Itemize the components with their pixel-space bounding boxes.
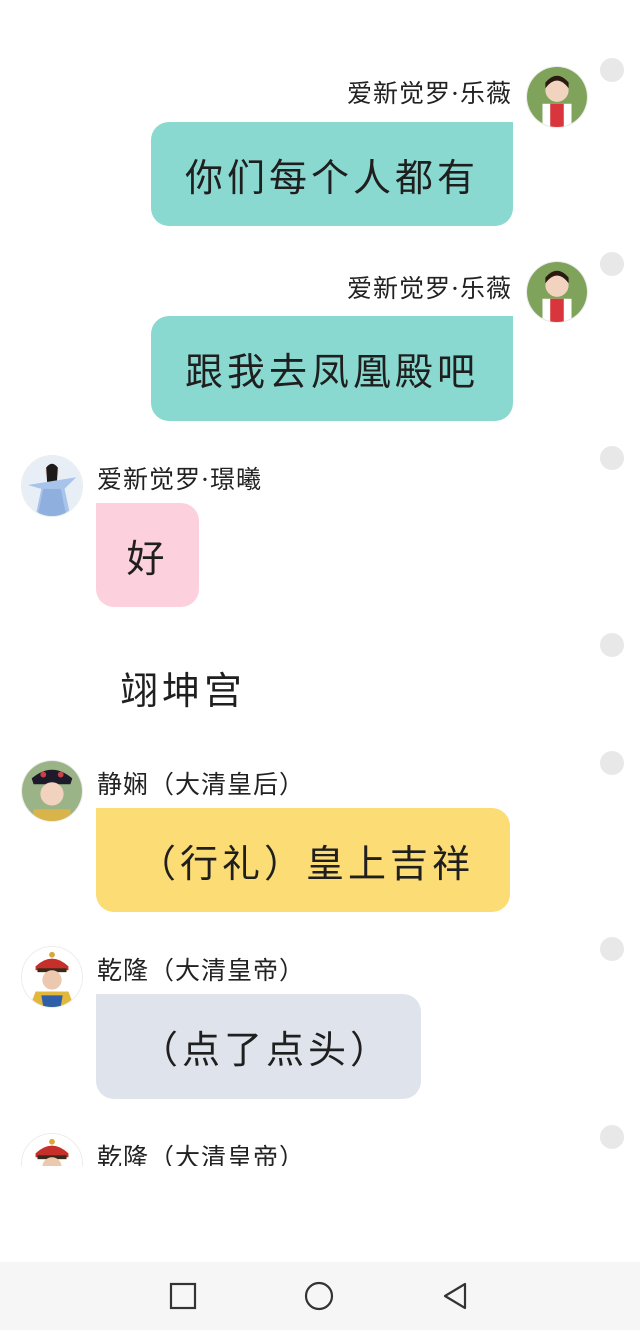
circle-home-icon[interactable] <box>303 1280 335 1312</box>
message-bubble[interactable]: 你们每个人都有 <box>150 122 513 226</box>
navigation-bar <box>0 1262 640 1330</box>
message-bubble[interactable]: 跟我去凤凰殿吧 <box>150 316 513 421</box>
message-bubble[interactable]: （行礼）皇上吉祥 <box>96 808 510 912</box>
lewei-avatar-icon[interactable] <box>526 261 588 323</box>
chat-bottom-area <box>0 1166 640 1262</box>
narration-text: 翊坤宫 <box>120 669 247 713</box>
sender-name: 乾隆（大清皇帝） <box>97 956 306 985</box>
triangle-back-icon[interactable] <box>439 1280 471 1312</box>
sender-name: 爱新觉罗·乐薇 <box>347 274 512 303</box>
select-dot[interactable] <box>600 252 624 276</box>
sender-name: 爱新觉罗·璟曦 <box>97 465 262 494</box>
emperor-avatar-icon[interactable] <box>21 946 83 1008</box>
select-dot[interactable] <box>600 633 624 657</box>
sender-name: 静娴（大清皇后） <box>97 770 306 799</box>
select-dot[interactable] <box>600 937 624 961</box>
message-bubble[interactable]: （点了点头） <box>96 994 421 1099</box>
jingxi-avatar-icon[interactable] <box>21 455 83 517</box>
select-dot[interactable] <box>600 446 624 470</box>
select-dot[interactable] <box>600 58 624 82</box>
select-dot[interactable] <box>600 751 624 775</box>
message-bubble[interactable]: 好 <box>96 503 199 607</box>
empress-avatar-icon[interactable] <box>21 760 83 822</box>
select-dot[interactable] <box>600 1125 624 1149</box>
sender-name: 爱新觉罗·乐薇 <box>347 79 512 108</box>
square-recents-icon[interactable] <box>167 1280 199 1312</box>
lewei-avatar-icon[interactable] <box>526 66 588 128</box>
